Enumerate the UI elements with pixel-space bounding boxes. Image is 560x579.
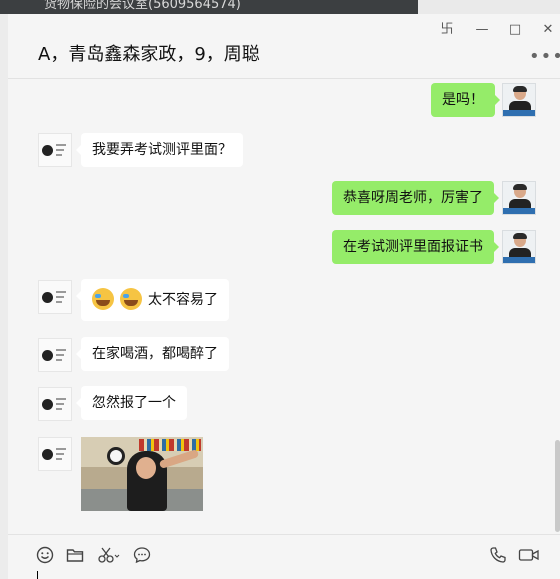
chat-history-icon[interactable]	[132, 546, 152, 566]
avatar[interactable]	[38, 437, 72, 471]
top-title-text: 货物保险的会议室(5609564574)	[44, 0, 241, 12]
crying-laughing-emoji-icon	[120, 288, 142, 310]
message-bubble-out[interactable]: 是吗！	[431, 83, 500, 117]
avatar[interactable]	[502, 181, 536, 215]
avatar[interactable]	[38, 280, 72, 314]
video-call-icon[interactable]	[518, 546, 540, 566]
photo-message[interactable]	[81, 437, 203, 511]
avatar[interactable]	[38, 338, 72, 372]
maximize-icon[interactable]: □	[505, 20, 525, 40]
left-edge	[0, 14, 8, 579]
message-input-area[interactable]	[8, 534, 560, 579]
avatar[interactable]	[502, 230, 536, 264]
minimize-icon[interactable]: —	[472, 20, 492, 40]
emoji-icon[interactable]	[35, 546, 55, 566]
top-title-strip: 货物保险的会议室(5609564574)	[0, 0, 560, 14]
message-bubble-in[interactable]: 太不容易了	[76, 279, 229, 321]
message-bubble-out[interactable]: 恭喜呀周老师，厉害了	[332, 181, 499, 215]
message-bubble-in[interactable]: 在家喝酒，都喝醉了	[76, 337, 229, 371]
scrollbar-thumb[interactable]	[555, 440, 560, 532]
message-bubble-out[interactable]: 在考试测评里面报证书	[332, 230, 499, 264]
avatar[interactable]	[38, 133, 72, 167]
close-icon[interactable]: ✕	[538, 20, 558, 40]
chat-title: A，青岛鑫森家政，9，周聪	[38, 44, 260, 65]
message-bubble-in[interactable]: 忽然报了一个	[76, 386, 187, 420]
more-icon[interactable]: •••	[529, 46, 560, 67]
message-bubble-in[interactable]: 我要弄考试测评里面？	[76, 133, 243, 167]
avatar[interactable]	[38, 387, 72, 421]
text-cursor	[37, 571, 38, 579]
pin-icon[interactable]: 卐	[437, 20, 457, 40]
message-text: 太不容易了	[148, 292, 218, 308]
voice-call-icon[interactable]	[488, 546, 508, 566]
screenshot-scissors-icon[interactable]	[96, 546, 122, 566]
avatar[interactable]	[502, 83, 536, 117]
crying-laughing-emoji-icon	[92, 288, 114, 310]
header-divider	[8, 78, 560, 79]
folder-icon[interactable]	[65, 546, 85, 566]
